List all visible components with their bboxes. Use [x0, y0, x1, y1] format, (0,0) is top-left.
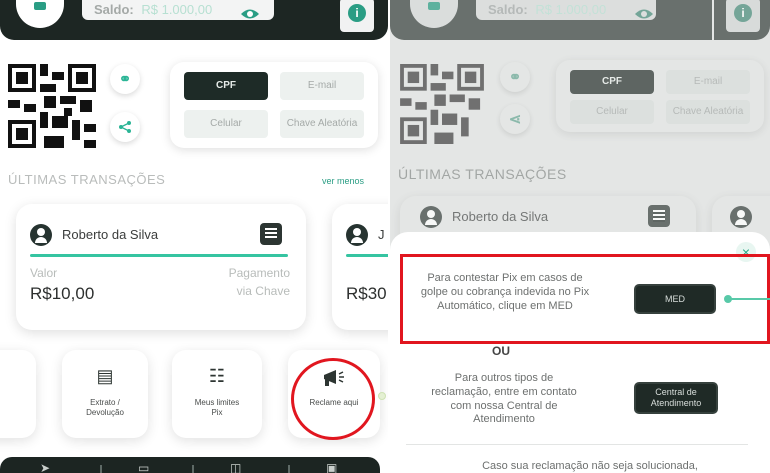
pix-key-selector: CPF E-mail Celular Chave Aleatória: [556, 60, 764, 132]
pointer-arrow: [724, 295, 770, 303]
balance-value: R$ 1.000,00: [535, 2, 607, 17]
transaction-card[interactable]: J R$30: [332, 204, 388, 330]
header-bar: Saldo: R$ 1.000,00 i: [390, 0, 770, 46]
receipt-icon[interactable]: [260, 223, 282, 245]
key-random-button[interactable]: Chave Aleatória: [280, 110, 364, 138]
nav-separator: [100, 465, 102, 473]
eye-icon: [635, 9, 653, 19]
share-icon: ⋖: [508, 111, 522, 128]
avatar[interactable]: [16, 0, 64, 28]
central-description: Para outros tipos de reclamação, entre e…: [431, 372, 577, 426]
share-button[interactable]: [110, 112, 140, 142]
balance-label: Saldo:: [94, 2, 134, 17]
copy-link-button: ⚭: [500, 62, 530, 92]
central-atendimento-button[interactable]: Central de Atendimento: [634, 382, 718, 414]
key-random-button: Chave Aleatória: [666, 100, 750, 124]
receipt-icon: [648, 205, 670, 227]
card-icon[interactable]: ▭: [138, 461, 149, 473]
key-email-button[interactable]: E-mail: [280, 72, 364, 100]
person-icon: [346, 224, 368, 246]
key-cpf-button: CPF: [570, 70, 654, 94]
action-label: Extrato / Devolução: [86, 398, 124, 418]
person-icon: [730, 206, 752, 228]
info-button[interactable]: i: [340, 0, 374, 32]
key-celular-button[interactable]: Celular: [184, 110, 268, 138]
share-icon: [119, 121, 131, 133]
avatar: [410, 0, 458, 28]
document-icon: ▤: [96, 366, 114, 386]
amount-value: R$30: [346, 284, 387, 303]
share-button: ⋖: [500, 104, 530, 134]
or-separator: OU: [492, 344, 510, 358]
bottom-navigation: ➤ ▭ ◫ ▣: [0, 457, 380, 473]
wallet-icon[interactable]: ◫: [230, 461, 241, 473]
transaction-card[interactable]: Roberto da Silva Valor R$10,00 Pagamento…: [16, 204, 306, 330]
statement-refund-button[interactable]: ▤ Extrato / Devolução: [62, 350, 148, 438]
sheet-divider: [406, 444, 748, 445]
header-separator: [712, 0, 714, 46]
right-screen: Saldo: R$ 1.000,00 i ⚭ ⋖ CPF E-mail Celu…: [390, 0, 770, 473]
see-less-link[interactable]: ver menos: [322, 176, 364, 186]
balance-label: Saldo:: [488, 2, 528, 17]
person-icon: [30, 224, 52, 246]
info-icon: i: [348, 4, 366, 22]
section-title: ÚLTIMAS TRANSAÇÕES: [398, 166, 567, 182]
link-icon: ⚭: [118, 71, 132, 88]
info-button: i: [726, 0, 760, 32]
info-icon: i: [734, 4, 752, 22]
transaction-name: J: [378, 227, 385, 242]
payment-method: via Chave: [236, 284, 290, 298]
connector-dot: [378, 392, 386, 400]
qr-code: [8, 64, 96, 148]
amount-value: R$10,00: [30, 284, 95, 303]
action-label: Meus limites Pix: [194, 398, 240, 418]
nav-separator: [288, 465, 290, 473]
section-title: ÚLTIMAS TRANSAÇÕES: [8, 172, 166, 187]
person-icon: [420, 206, 442, 228]
highlight-circle: [291, 358, 375, 440]
payment-label: Pagamento: [228, 266, 290, 280]
menu-icon[interactable]: ▣: [326, 461, 337, 473]
send-icon[interactable]: ➤: [40, 461, 50, 473]
card-accent-bar: [346, 254, 388, 257]
transaction-name: Roberto da Silva: [452, 209, 549, 224]
highlight-box: [400, 254, 770, 344]
action-card-partial[interactable]: [0, 350, 36, 438]
card-accent-bar: [30, 254, 288, 257]
balance-value: R$ 1.000,00: [141, 2, 213, 17]
pix-limits-button[interactable]: ☷ Meus limites Pix: [172, 350, 262, 438]
qr-code: [400, 64, 484, 144]
eye-icon[interactable]: [240, 8, 260, 20]
key-celular-button: Celular: [570, 100, 654, 124]
key-email-button: E-mail: [666, 70, 750, 94]
header-bar: Saldo: R$ 1.000,00 i: [0, 0, 388, 40]
key-cpf-button[interactable]: CPF: [184, 72, 268, 100]
sliders-icon: ☷: [208, 366, 226, 386]
left-screen: Saldo: R$ 1.000,00 i ⚭ CPF E-mail Celula…: [0, 0, 388, 473]
copy-link-button[interactable]: ⚭: [110, 64, 140, 94]
link-icon: ⚭: [508, 69, 522, 86]
balance-field: Saldo: R$ 1.000,00: [476, 0, 656, 20]
nav-separator: [192, 465, 194, 473]
footer-text: Caso sua reclamação não seja solucionada…: [482, 460, 698, 472]
amount-label: Valor: [30, 266, 58, 280]
pix-key-selector: CPF E-mail Celular Chave Aleatória: [170, 62, 378, 148]
transaction-name: Roberto da Silva: [62, 227, 159, 242]
